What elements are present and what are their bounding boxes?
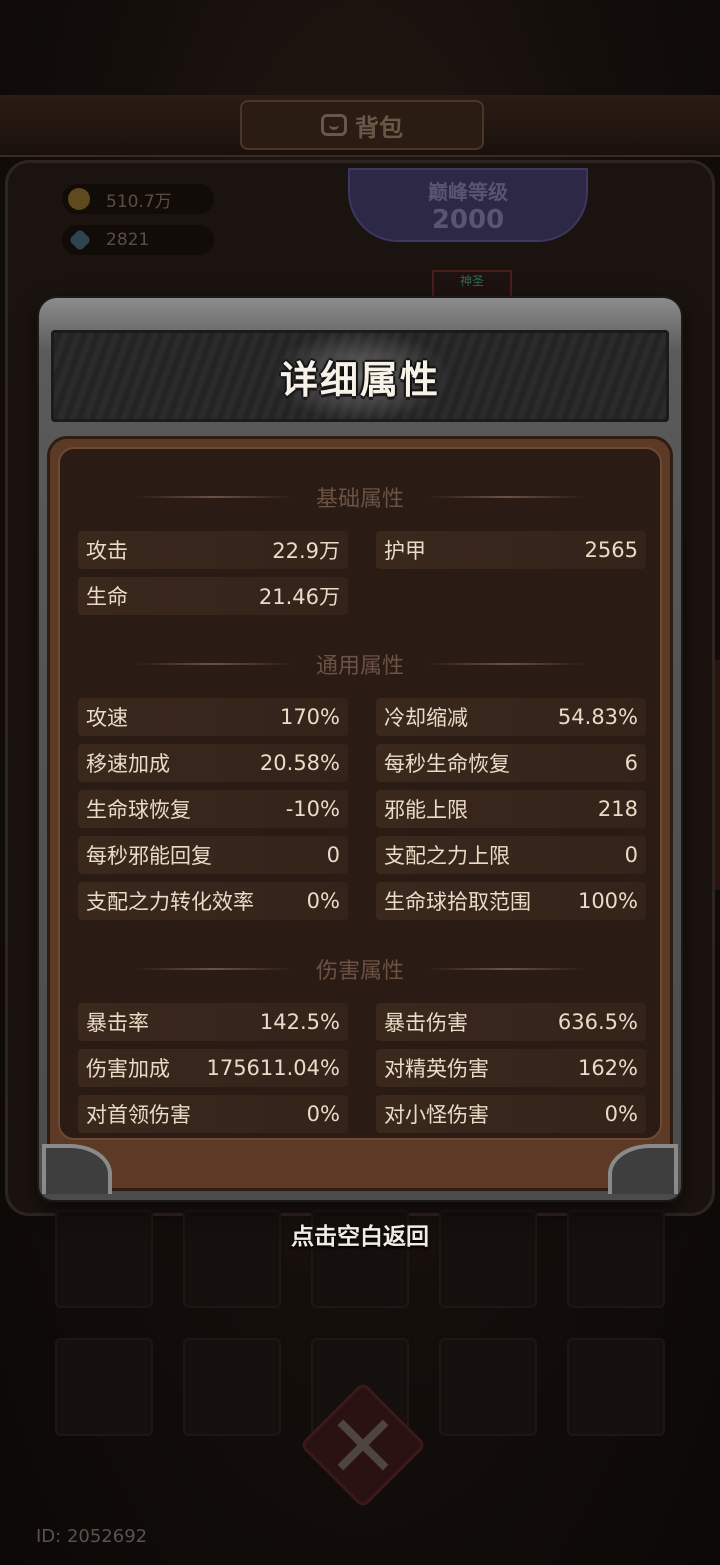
- stat-label: 护甲: [384, 539, 426, 563]
- stat-label: 邪能上限: [384, 798, 468, 822]
- peak-level-label: 巅峰等级: [428, 180, 508, 204]
- modal-body: 基础属性 攻击 22.9万 护甲 2565 生命 21.46万 通用属性 攻速 …: [42, 436, 678, 1194]
- stat-cooldown-reduction: 冷却缩减 54.83%: [376, 698, 646, 736]
- stat-value: 6: [624, 751, 638, 775]
- stat-label: 攻击: [86, 539, 128, 563]
- stat-elite-damage: 对精英伤害 162%: [376, 1049, 646, 1087]
- section-heading-damage: 伤害属性: [60, 953, 660, 985]
- stat-value: 175611.04%: [206, 1056, 340, 1080]
- coin-counter: 510.7万: [62, 184, 214, 214]
- stat-value: 162%: [577, 1056, 638, 1080]
- gem-amount: 2821: [106, 230, 150, 250]
- stat-orb-pickup-range: 生命球拾取范围 100%: [376, 882, 646, 920]
- stat-label: 生命球恢复: [86, 798, 191, 822]
- stat-value: -10%: [285, 797, 340, 821]
- modal-header: 详细属性: [51, 330, 669, 422]
- player-id: ID: 2052692: [36, 1526, 148, 1547]
- divider-line: [133, 496, 294, 498]
- stat-label: 暴击伤害: [384, 1011, 468, 1035]
- stat-crit-damage: 暴击伤害 636.5%: [376, 1003, 646, 1041]
- section-heading-damage-text: 伤害属性: [315, 959, 404, 984]
- stat-value: 0%: [604, 1102, 638, 1126]
- stat-label: 对小怪伤害: [384, 1103, 489, 1127]
- stat-crit-rate: 暴击率 142.5%: [78, 1003, 348, 1041]
- stat-health: 生命 21.46万: [78, 577, 348, 615]
- tap-to-return-hint[interactable]: 点击空白返回: [0, 1217, 720, 1251]
- section-heading-general-text: 通用属性: [315, 654, 404, 679]
- inventory-cell: [183, 1338, 281, 1436]
- stat-label: 支配之力转化效率: [86, 890, 254, 914]
- inventory-cell: [55, 1338, 153, 1436]
- background-tab-title-text: 背包: [355, 113, 403, 142]
- modal-title: 详细属性: [279, 357, 440, 402]
- stat-value: 21.46万: [258, 585, 340, 609]
- stat-value: 2565: [584, 538, 638, 562]
- section-heading-basic-text: 基础属性: [315, 487, 404, 512]
- stat-label: 对精英伤害: [384, 1057, 489, 1081]
- attributes-panel: 基础属性 攻击 22.9万 护甲 2565 生命 21.46万 通用属性 攻速 …: [58, 447, 662, 1140]
- stat-label: 暴击率: [86, 1011, 149, 1035]
- divider-line: [426, 968, 586, 970]
- stat-minion-damage: 对小怪伤害 0%: [376, 1095, 646, 1133]
- divider-line: [426, 496, 586, 498]
- stat-value: 218: [597, 797, 638, 821]
- stat-value: 100%: [577, 889, 638, 913]
- stat-damage-bonus: 伤害加成 175611.04%: [78, 1049, 348, 1087]
- stat-label: 生命: [86, 585, 128, 609]
- corner-ornament-icon: [42, 1144, 112, 1194]
- stat-label: 伤害加成: [86, 1057, 170, 1081]
- corner-ornament-icon: [608, 1144, 678, 1194]
- stat-label: 攻速: [86, 706, 128, 730]
- section-heading-basic: 基础属性: [60, 481, 660, 513]
- stat-dominion-conversion: 支配之力转化效率 0%: [78, 882, 348, 920]
- stat-label: 每秒生命恢复: [384, 752, 510, 776]
- inventory-cell: [567, 1338, 665, 1436]
- stat-boss-damage: 对首领伤害 0%: [78, 1095, 348, 1133]
- stat-health-regen: 每秒生命恢复 6: [376, 744, 646, 782]
- stat-fel-energy-cap: 邪能上限 218: [376, 790, 646, 828]
- stat-label: 生命球拾取范围: [384, 890, 531, 914]
- stat-value: 142.5%: [259, 1010, 340, 1034]
- stat-fel-energy-regen: 每秒邪能回复 0: [78, 836, 348, 874]
- inventory-cell: [439, 1338, 537, 1436]
- stat-value: 22.9万: [272, 539, 340, 563]
- stat-label: 每秒邪能回复: [86, 844, 212, 868]
- bag-icon: [321, 114, 347, 136]
- stat-label: 移速加成: [86, 752, 170, 776]
- stat-dominion-cap: 支配之力上限 0: [376, 836, 646, 874]
- stat-move-speed-bonus: 移速加成 20.58%: [78, 744, 348, 782]
- background-tab-title: 背包: [240, 100, 484, 150]
- stat-label: 支配之力上限: [384, 844, 510, 868]
- stat-value: 0%: [306, 1102, 340, 1126]
- divider-line: [133, 663, 294, 665]
- stat-label: 对首领伤害: [86, 1103, 191, 1127]
- stat-value: 170%: [279, 705, 340, 729]
- stat-attack-speed: 攻速 170%: [78, 698, 348, 736]
- stat-value: 636.5%: [557, 1010, 638, 1034]
- stat-armor: 护甲 2565: [376, 531, 646, 569]
- stat-value: 54.83%: [557, 705, 638, 729]
- gem-icon: [68, 228, 92, 252]
- stat-value: 0: [326, 843, 340, 867]
- stat-label: 冷却缩减: [384, 706, 468, 730]
- coin-amount: 510.7万: [106, 191, 172, 212]
- peak-level-value: 2000: [431, 205, 505, 235]
- gem-counter: 2821: [62, 225, 214, 255]
- stat-value: 0%: [306, 889, 340, 913]
- divider-line: [426, 663, 586, 665]
- divider-line: [133, 968, 294, 970]
- stat-value: 0: [624, 843, 638, 867]
- peak-level-banner: 巅峰等级 2000: [348, 168, 588, 242]
- section-heading-general: 通用属性: [60, 648, 660, 680]
- equipment-slot-label: 神圣: [459, 274, 484, 288]
- coin-icon: [68, 188, 90, 210]
- stat-health-orb-recovery: 生命球恢复 -10%: [78, 790, 348, 828]
- stat-attack: 攻击 22.9万: [78, 531, 348, 569]
- attributes-modal: 详细属性 基础属性 攻击 22.9万 护甲 2565 生命 21.46万 通用属…: [39, 298, 681, 1200]
- stat-value: 20.58%: [259, 751, 340, 775]
